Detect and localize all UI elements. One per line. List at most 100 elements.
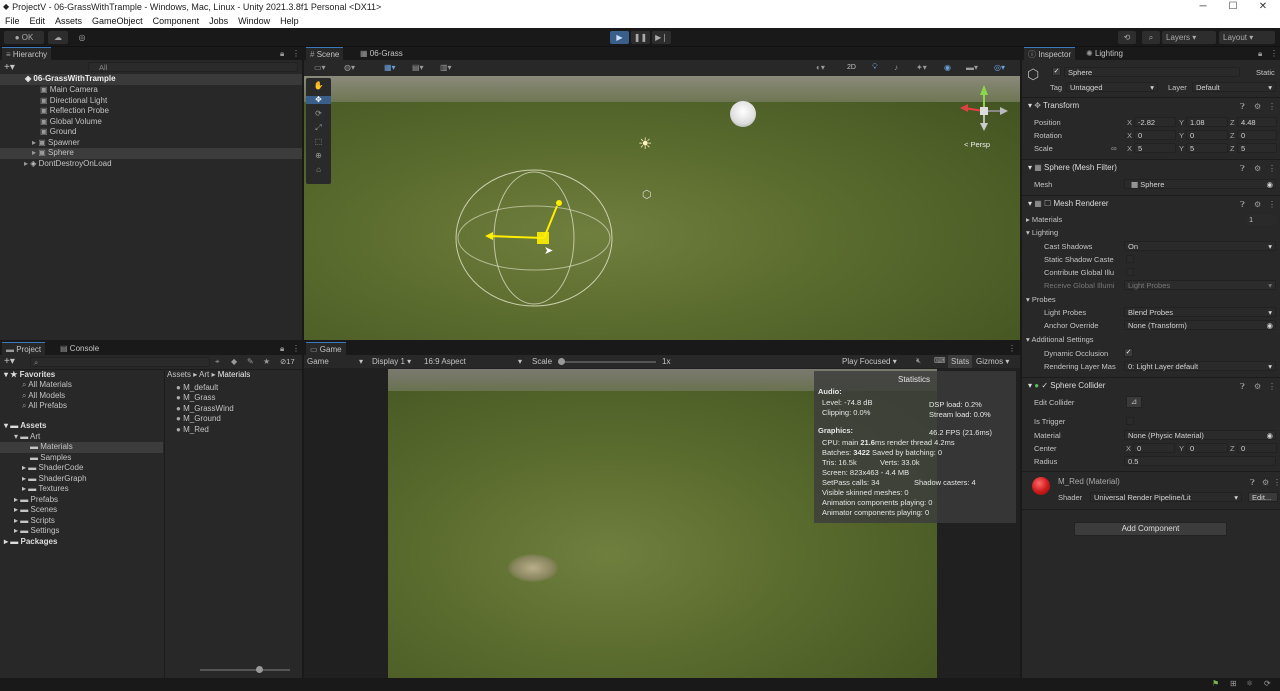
thumbnail-size-slider[interactable] (200, 666, 290, 673)
filter-type-icon[interactable]: ⌖ (215, 358, 220, 366)
folder-item[interactable]: ▸ ▬ Scripts (14, 516, 55, 525)
mesh-renderer-header[interactable]: ▾ ▦ ☐ Mesh Renderer (1028, 199, 1109, 208)
scale-z[interactable]: 5 (1237, 143, 1277, 153)
edit-collider-button[interactable]: ⊿ (1126, 396, 1142, 408)
search-icon[interactable]: ⌕ (1142, 31, 1160, 44)
close-icon[interactable]: ✕ (1248, 0, 1278, 13)
materials-count[interactable]: 1 (1247, 215, 1277, 225)
object-name-input[interactable]: Sphere (1064, 67, 1240, 77)
kebab-icon[interactable]: ⋮ (1268, 165, 1276, 173)
collab-icon[interactable]: ◎ (72, 31, 92, 44)
hierarchy-item[interactable]: ▸ ▣ Spawner (32, 138, 80, 147)
hierarchy-item[interactable]: ▣ Ground (40, 127, 76, 136)
favorite-icon[interactable]: ✎ (247, 358, 254, 366)
lock-icon[interactable]: 🔒︎ (280, 50, 284, 58)
position-y[interactable]: 1.08 (1186, 117, 1228, 127)
dont-destroy-root[interactable]: ▸ ◈ DontDestroyOnLoad (24, 159, 112, 168)
layout-dropdown[interactable]: Layout ▾ (1219, 31, 1275, 44)
hierarchy-item[interactable]: ▣ Main Camera (40, 85, 98, 94)
grid-snap-icon[interactable]: ▤▾ (412, 64, 424, 72)
menu-window[interactable]: Window (238, 16, 270, 26)
view-tool-icon[interactable]: ✋ (306, 82, 331, 90)
lock-icon[interactable]: 🔒︎ (1258, 50, 1262, 58)
kebab-icon[interactable]: ⋮ (1268, 383, 1276, 391)
static-shadow-checkbox[interactable] (1126, 255, 1134, 263)
snap-icon[interactable]: ▦▾ (384, 64, 396, 72)
collider-enabled-checkbox[interactable]: ✓ (1041, 381, 1048, 390)
scale-x[interactable]: 5 (1134, 143, 1176, 153)
bug-icon[interactable]: ⚑ (1212, 680, 1219, 688)
help-icon[interactable]: ❓︎ (1240, 103, 1245, 111)
mute-icon[interactable]: 🔇︎ (916, 357, 921, 365)
progress-icon[interactable]: ⊞ (1230, 680, 1237, 688)
light-probes-dropdown[interactable]: Blend Probes ▾ (1124, 307, 1276, 317)
orientation-gizmo[interactable] (954, 81, 1014, 141)
star-icon[interactable]: ★ (263, 358, 270, 366)
refresh-icon[interactable]: ⟳ (1264, 680, 1271, 688)
hidden-count[interactable]: ⊘17 (280, 357, 295, 366)
tab-inspector[interactable]: ⓘ Inspector (1024, 47, 1076, 60)
settings-icon[interactable]: ⚙ (1254, 103, 1261, 111)
shader-edit-button[interactable]: Edit... (1248, 492, 1278, 502)
rotate-tool-icon[interactable]: ⟳ (306, 110, 331, 118)
tab-console[interactable]: ▤ Console (56, 342, 103, 355)
favorite-item[interactable]: ⌕ All Prefabs (22, 401, 67, 410)
transform-tool-icon[interactable]: ⊕ (306, 152, 331, 160)
stats-toggle[interactable]: Stats (948, 355, 973, 368)
hierarchy-search-input[interactable]: All (88, 62, 298, 72)
is-trigger-checkbox[interactable] (1126, 417, 1134, 425)
mesh-field[interactable]: ▦ Sphere ◉ (1124, 179, 1276, 189)
tab-game[interactable]: ▭ Game (306, 342, 346, 355)
draw-mode-icon[interactable]: ▭▾ (314, 64, 326, 72)
rendering-layer-dropdown[interactable]: 0: Light Layer default ▾ (1124, 361, 1276, 371)
folder-item[interactable]: ▸ ▬ Settings (14, 526, 59, 535)
tab-hierarchy[interactable]: ≡ Hierarchy (2, 47, 52, 60)
additional-settings-foldout[interactable]: ▾ Additional Settings (1026, 335, 1094, 344)
hierarchy-item[interactable]: ▣ Reflection Probe (40, 106, 109, 115)
renderer-enabled-checkbox[interactable]: ☐ (1044, 199, 1051, 208)
asset-file[interactable]: ● M_Grass (176, 393, 216, 402)
account-button[interactable]: ● OK (4, 31, 44, 44)
display-dropdown[interactable]: Display 1 ▾ (372, 357, 411, 366)
transform-header[interactable]: ▾ ✥ Transform (1028, 101, 1079, 110)
radius-field[interactable]: 0.5 (1124, 456, 1276, 466)
scale-slider[interactable] (558, 358, 656, 365)
center-x[interactable]: 0 (1133, 443, 1175, 453)
center-z[interactable]: 0 (1237, 443, 1277, 453)
notification-icon[interactable]: ⚛ (1246, 680, 1253, 688)
center-y[interactable]: 0 (1186, 443, 1228, 453)
dynamic-occlusion-checkbox[interactable]: ✓ (1124, 348, 1133, 357)
menu-help[interactable]: Help (280, 16, 299, 26)
audio-toggle-icon[interactable]: ♪ (894, 64, 898, 72)
kebab-icon[interactable]: ⋮ (1268, 201, 1276, 209)
cast-shadows-dropdown[interactable]: On ▾ (1124, 241, 1276, 251)
camera-icon[interactable]: ▬▾ (966, 64, 978, 72)
scene-viewport[interactable]: ✋ ✥ ⟳ ⤢ ⬚ ⊕ ⌂ ☀ ⬡ < Persp ➤ (304, 76, 1020, 340)
folder-item[interactable]: ▬ Samples (30, 453, 71, 462)
gizmos-dropdown[interactable]: Gizmos ▾ (976, 357, 1009, 366)
object-picker-icon[interactable]: ◉ (1266, 321, 1273, 330)
help-icon[interactable]: ❓︎ (1240, 201, 1245, 209)
kebab-icon[interactable]: ⋮ (1273, 479, 1280, 487)
maximize-icon[interactable]: ☐ (1218, 0, 1248, 13)
favorites-header[interactable]: ▾ ★ Favorites (4, 370, 55, 379)
menu-assets[interactable]: Assets (55, 16, 82, 26)
tab-06-grass[interactable]: ▦ 06-Grass (356, 47, 407, 60)
asset-file[interactable]: ● M_GrassWind (176, 404, 234, 413)
object-picker-icon[interactable]: ◉ (1266, 180, 1273, 189)
active-checkbox[interactable]: ✓ (1052, 67, 1061, 76)
scene-root[interactable]: ◈ 06-GrassWithTrample (0, 74, 302, 85)
object-picker-icon[interactable]: ◉ (1266, 431, 1273, 440)
menu-jobs[interactable]: Jobs (209, 16, 228, 26)
sphere-gizmo[interactable] (449, 166, 619, 316)
hidden-objects-icon[interactable]: ◉ (944, 64, 951, 72)
slider-handle[interactable] (256, 666, 263, 673)
favorite-item[interactable]: ⌕ All Materials (22, 380, 72, 389)
folder-item[interactable]: ▸ ▬ Prefabs (14, 495, 58, 504)
game-mode-dropdown[interactable]: Game ▾ (307, 357, 363, 366)
kebab-icon[interactable]: ⋮ (1268, 103, 1276, 111)
breadcrumb-item[interactable]: Materials (218, 370, 250, 379)
history-icon[interactable]: ⟲ (1118, 31, 1136, 44)
probes-foldout[interactable]: ▾ Probes (1026, 295, 1056, 304)
folder-item[interactable]: ▸ ▬ Textures (22, 484, 69, 493)
